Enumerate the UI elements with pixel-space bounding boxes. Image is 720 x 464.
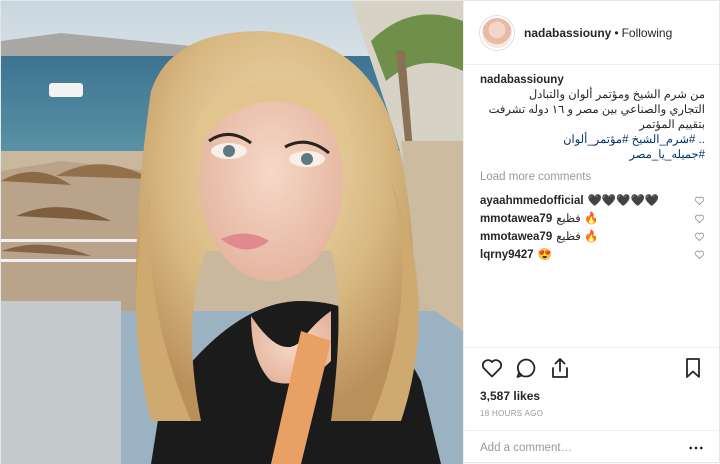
heart-icon[interactable] <box>480 356 504 380</box>
comment-row: mmotawea79 فظيع 🔥 <box>480 227 705 245</box>
header-username[interactable]: nadabassiouny <box>524 26 611 40</box>
post-sidebar: nadabassiouny • Following nadabassiouny … <box>463 1 719 464</box>
instagram-post: nadabassiouny • Following nadabassiouny … <box>0 0 720 464</box>
bookmark-icon[interactable] <box>681 356 705 380</box>
caption-hashtag-2[interactable]: #جميله_يا_مصر <box>480 148 705 163</box>
comment-username[interactable]: lqrny9427 <box>480 249 534 261</box>
header-separator: • <box>614 25 619 40</box>
post-header: nadabassiouny • Following <box>464 1 719 65</box>
comments-section: nadabassiouny من شرم الشيخ ومؤتمر ألوان … <box>464 65 719 347</box>
avatar[interactable] <box>480 15 514 50</box>
caption-hashtags[interactable]: .. #شرم_الشيخ #مؤتمر_ألوان <box>480 133 705 148</box>
small-heart-icon[interactable] <box>694 195 705 206</box>
share-icon[interactable] <box>548 356 572 380</box>
caption-line-1: من شرم الشيخ ومؤتمر ألوان والتبادل <box>528 89 705 101</box>
comment-text: فظيع 🔥 <box>556 213 599 225</box>
comment-username[interactable]: ayaahmmedofficial <box>480 195 584 207</box>
comment-row: lqrny9427 😍 <box>480 245 705 263</box>
small-heart-icon[interactable] <box>694 249 705 260</box>
post-caption: nadabassiouny من شرم الشيخ ومؤتمر ألوان … <box>480 73 705 163</box>
small-heart-icon[interactable] <box>694 231 705 242</box>
load-more-comments-button[interactable]: Load more comments <box>480 171 705 183</box>
comment-bubble-icon[interactable] <box>514 356 538 380</box>
selfie-image <box>1 1 463 464</box>
comment-username[interactable]: mmotawea79 <box>480 213 552 225</box>
comment-text: فظيع 🔥 <box>556 231 599 243</box>
comment-text: 😍 <box>537 249 553 261</box>
likes-count[interactable]: 3,587 likes <box>464 387 719 405</box>
action-bar <box>464 347 719 387</box>
comment-input[interactable] <box>480 441 687 454</box>
small-heart-icon[interactable] <box>694 213 705 224</box>
following-button[interactable]: Following <box>622 26 673 40</box>
caption-line-2: التجاري والصناعي بين مصر و ١٦ دوله تشرفت… <box>488 104 705 131</box>
comment-row: ayaahmmedofficial 🖤🖤🖤🖤🖤 <box>480 191 705 209</box>
post-timestamp: 18 HOURS AGO <box>480 409 544 418</box>
add-comment-bar <box>464 430 719 464</box>
caption-username[interactable]: nadabassiouny <box>480 74 564 86</box>
comment-text: 🖤🖤🖤🖤🖤 <box>587 195 660 207</box>
comment-username[interactable]: mmotawea79 <box>480 231 552 243</box>
more-options-icon[interactable] <box>687 439 705 457</box>
comment-row: mmotawea79 فظيع 🔥 <box>480 209 705 227</box>
post-photo[interactable] <box>1 1 463 464</box>
